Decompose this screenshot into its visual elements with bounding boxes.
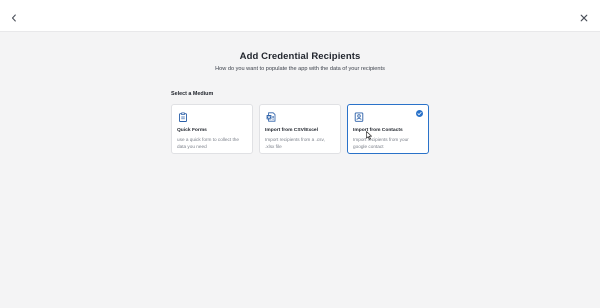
back-button[interactable] <box>9 10 19 22</box>
option-title: Import from CSV/Excel <box>265 128 318 133</box>
option-card-import-contacts[interactable]: Import from Contacts Import recipients f… <box>347 104 429 154</box>
clipboard-icon <box>179 112 187 122</box>
page-subtitle: How do you want to populate the app with… <box>215 66 385 72</box>
close-icon <box>580 14 588 22</box>
option-card-quick-forms[interactable]: Quick Forms use a quick form to collect … <box>171 104 253 154</box>
option-card-import-csv-excel[interactable]: Import from CSV/Excel Import recipients … <box>259 104 341 154</box>
excel-file-icon <box>266 112 276 122</box>
chevron-left-icon <box>11 14 16 22</box>
top-bar <box>0 0 600 32</box>
option-description: Import recipients from a .csv, .xlsx fil… <box>265 137 325 149</box>
medium-section-label: Select a Medium <box>171 91 214 97</box>
contacts-book-icon <box>354 112 364 122</box>
option-description: Import recipients from your google conta… <box>353 137 409 149</box>
page-title: Add Credential Recipients <box>239 51 361 62</box>
option-title: Import from Contacts <box>353 128 403 133</box>
option-title: Quick Forms <box>177 128 207 133</box>
close-button[interactable] <box>579 10 589 22</box>
option-description: use a quick form to collect the data you… <box>177 137 240 149</box>
selected-check-icon <box>416 110 423 117</box>
